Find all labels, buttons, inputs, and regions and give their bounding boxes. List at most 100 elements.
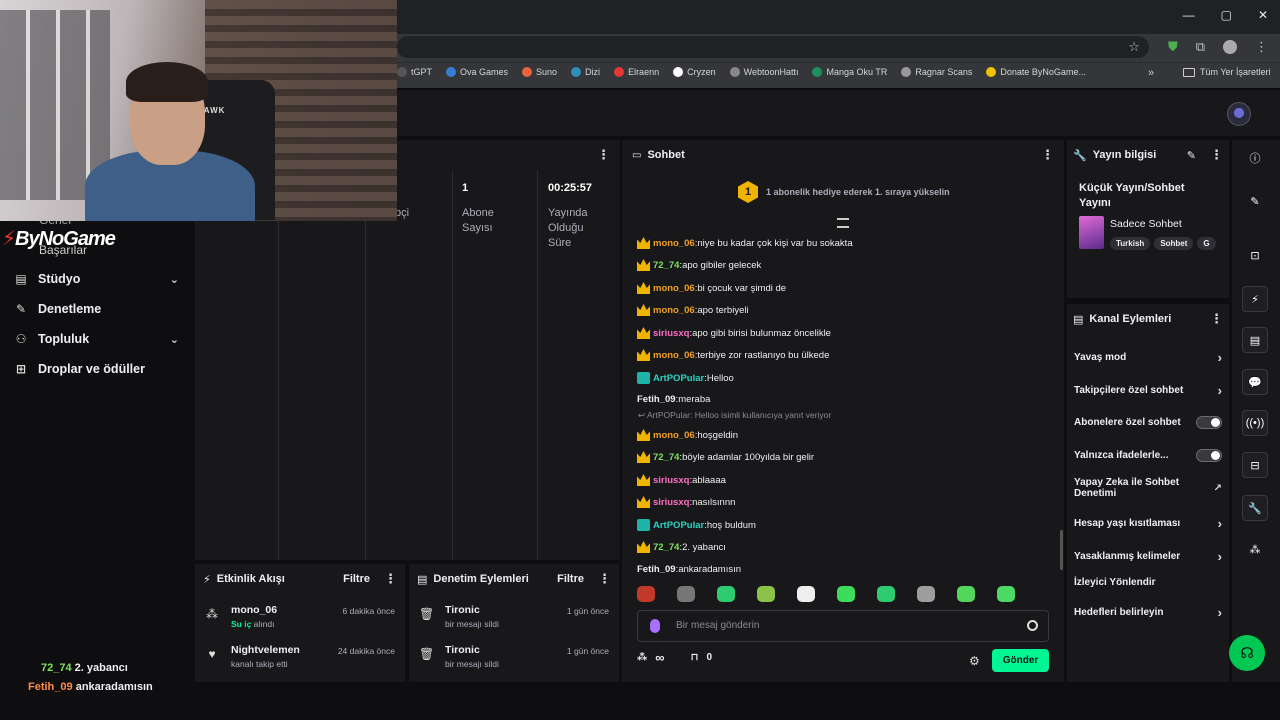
chat-message[interactable]: Fetih_09: meraba [637,394,710,405]
emote-icon[interactable] [797,586,815,602]
emote-icon[interactable] [677,586,695,602]
chat-username[interactable]: Fetih_09 [637,394,676,405]
mod-options-icon[interactable]: ⋮ [598,571,611,587]
bookmark-item[interactable]: Cryzen [673,67,716,77]
chat-message[interactable]: ArtPOPular: Helloo [637,372,734,384]
emote-picker-icon[interactable] [1027,620,1038,631]
chat-message[interactable]: 72_74: böyle adamlar 100yılda bir gelir [637,451,814,463]
channel-actions-options-icon[interactable]: ⋮ [1210,311,1223,327]
send-button[interactable]: Gönder [992,649,1049,672]
subscriber-badge-icon[interactable] [637,349,650,361]
chat-message[interactable]: Fetih_09: ankaradamısın [637,564,741,575]
channel-action-row[interactable]: Yapay Zeka ile Sohbet Denetimi ↗ [1074,477,1222,499]
artist-badge-icon[interactable] [637,372,650,384]
chat-username[interactable]: mono_06 [653,238,695,249]
bookmark-item[interactable]: Elraenn [614,67,659,77]
hype-train-banner[interactable]: 1 1 abonelik hediye ederek 1. sıraya yük… [738,181,950,203]
minimize-button[interactable]: — [1183,8,1195,22]
wrench-icon[interactable]: 🔧 [1242,495,1268,521]
chat-message[interactable]: mono_06: bi çocuk var şimdi de [637,282,786,294]
chat-username[interactable]: mono_06 [653,350,695,361]
chat-username[interactable]: siriusxq [653,328,689,339]
bookmarks-more-icon[interactable]: » [1148,67,1154,79]
bookmark-item[interactable]: Suno [522,67,557,77]
info-icon[interactable]: ⓘ [1242,145,1268,171]
chat-message[interactable]: mono_06: apo terbiyeli [637,304,749,316]
mod-user[interactable]: Tironic [445,604,480,616]
emote-icon[interactable] [877,586,895,602]
sidebar-item-topluluk[interactable]: ⚇ Topluluk ⌄ [14,332,179,346]
edit-icon[interactable]: ✎ [1187,149,1196,162]
microphone-icon[interactable] [650,619,660,633]
subscriber-badge-icon[interactable] [637,496,650,508]
chat-scrollbar[interactable] [1060,530,1063,570]
chat-message[interactable]: siriusxq: ablaaaa [637,474,726,486]
chat-message[interactable]: mono_06: hoşgeldin [637,429,738,441]
tag-chip[interactable]: Turkish [1110,237,1151,250]
category-thumbnail[interactable] [1079,216,1104,249]
chat-username[interactable]: Fetih_09 [637,564,676,575]
extensions-icon[interactable]: ⧉ [1196,39,1205,55]
channel-points-icon[interactable]: ⁂ [637,652,647,663]
bookmark-item[interactable]: Manga Oku TR [812,67,887,77]
bookmark-item[interactable]: WebtoonHattı [729,67,798,77]
chat-username[interactable]: 72_74 [653,452,679,463]
emote-icon[interactable] [757,586,775,602]
more-options-icon[interactable]: ⋮ [597,147,610,163]
chat-message[interactable]: 72_74: 2. yabancı [637,541,726,553]
chat-username[interactable]: 72_74 [653,542,679,553]
chat-message[interactable]: siriusxq: apo gibi birisi bulunmaz öncel… [637,327,831,339]
chat-message[interactable]: ArtPOPular: hoş buldum [637,519,756,531]
address-bar[interactable] [397,36,1149,58]
bookmark-item[interactable]: Donate ByNoGame... [986,67,1086,77]
points-icon[interactable]: ⁂ [1242,536,1268,562]
channel-action-row[interactable]: Hesap yaşı kısıtlaması › [1074,516,1222,531]
subscriber-badge-icon[interactable] [637,237,650,249]
bookmark-item[interactable]: Dizi [571,67,600,77]
chat-icon[interactable]: 💬 [1242,369,1268,395]
drops-icon[interactable]: ⊓ [691,652,699,663]
layout-icon[interactable]: ⊟ [1242,452,1268,478]
chat-username[interactable]: mono_06 [653,305,695,316]
chat-username[interactable]: siriusxq [653,475,689,486]
artist-badge-icon[interactable] [637,519,650,531]
chat-message[interactable]: 72_74: apo gibiler gelecek [637,259,761,271]
chat-message[interactable]: siriusxq: nasılsınnn [637,496,735,508]
subscriber-badge-icon[interactable] [637,304,650,316]
mod-user[interactable]: Tironic [445,644,480,656]
chat-message[interactable]: mono_06: terbiye zor rastlanıyo bu ülked… [637,349,829,361]
help-headset-icon[interactable]: ☊ [1229,635,1265,671]
category-name[interactable]: Sadece Sohbet [1110,218,1182,230]
channel-action-row[interactable]: Hedefleri belirleyin › [1074,605,1222,620]
chat-username[interactable]: 72_74 [653,260,679,271]
bookmark-star-icon[interactable]: ☆ [1128,39,1140,55]
broadcast-icon[interactable]: ((•)) [1242,410,1268,436]
all-bookmarks-folder[interactable]: Tüm Yer İşaretleri [1183,67,1271,77]
chat-input[interactable]: Bir mesaj gönderin [637,610,1049,642]
emote-icon[interactable] [717,586,735,602]
subscriber-badge-icon[interactable] [637,282,650,294]
activity-user[interactable]: mono_06 [231,604,277,616]
chat-options-icon[interactable]: ⋮ [1041,147,1054,163]
emote-icon[interactable] [637,586,655,602]
chat-username[interactable]: ArtPOPular [653,373,704,384]
chat-username[interactable]: mono_06 [653,283,695,294]
emote-icon[interactable] [837,586,855,602]
channel-action-row[interactable]: Yasaklanmış kelimeler › [1074,549,1222,564]
channel-action-row[interactable]: Takipçilere özel sohbet › [1074,383,1222,398]
bookmark-item[interactable]: Ova Games [446,67,508,77]
channel-action-row[interactable]: Yavaş mod › [1074,350,1222,365]
close-button[interactable]: ✕ [1258,8,1268,22]
subscriber-badge-icon[interactable] [637,451,650,463]
subscriber-badge-icon[interactable] [637,259,650,271]
mod-filter-button[interactable]: Filtre [557,573,584,585]
lightning-icon[interactable]: ⚡ [1242,286,1268,312]
maximize-button[interactable]: ▢ [1221,8,1232,22]
activity-user[interactable]: Nightvelemen [231,644,300,656]
sidebar-item-studyo[interactable]: ▤ Stüdyo ⌄ [14,272,179,286]
subscriber-badge-icon[interactable] [637,541,650,553]
channel-action-row[interactable]: İzleyici Yönlendir [1074,577,1222,588]
user-avatar[interactable] [1227,102,1251,126]
chat-settings-icon[interactable]: ⚙ [969,654,980,668]
shield-extension-icon[interactable]: ⛊ [1168,39,1178,55]
